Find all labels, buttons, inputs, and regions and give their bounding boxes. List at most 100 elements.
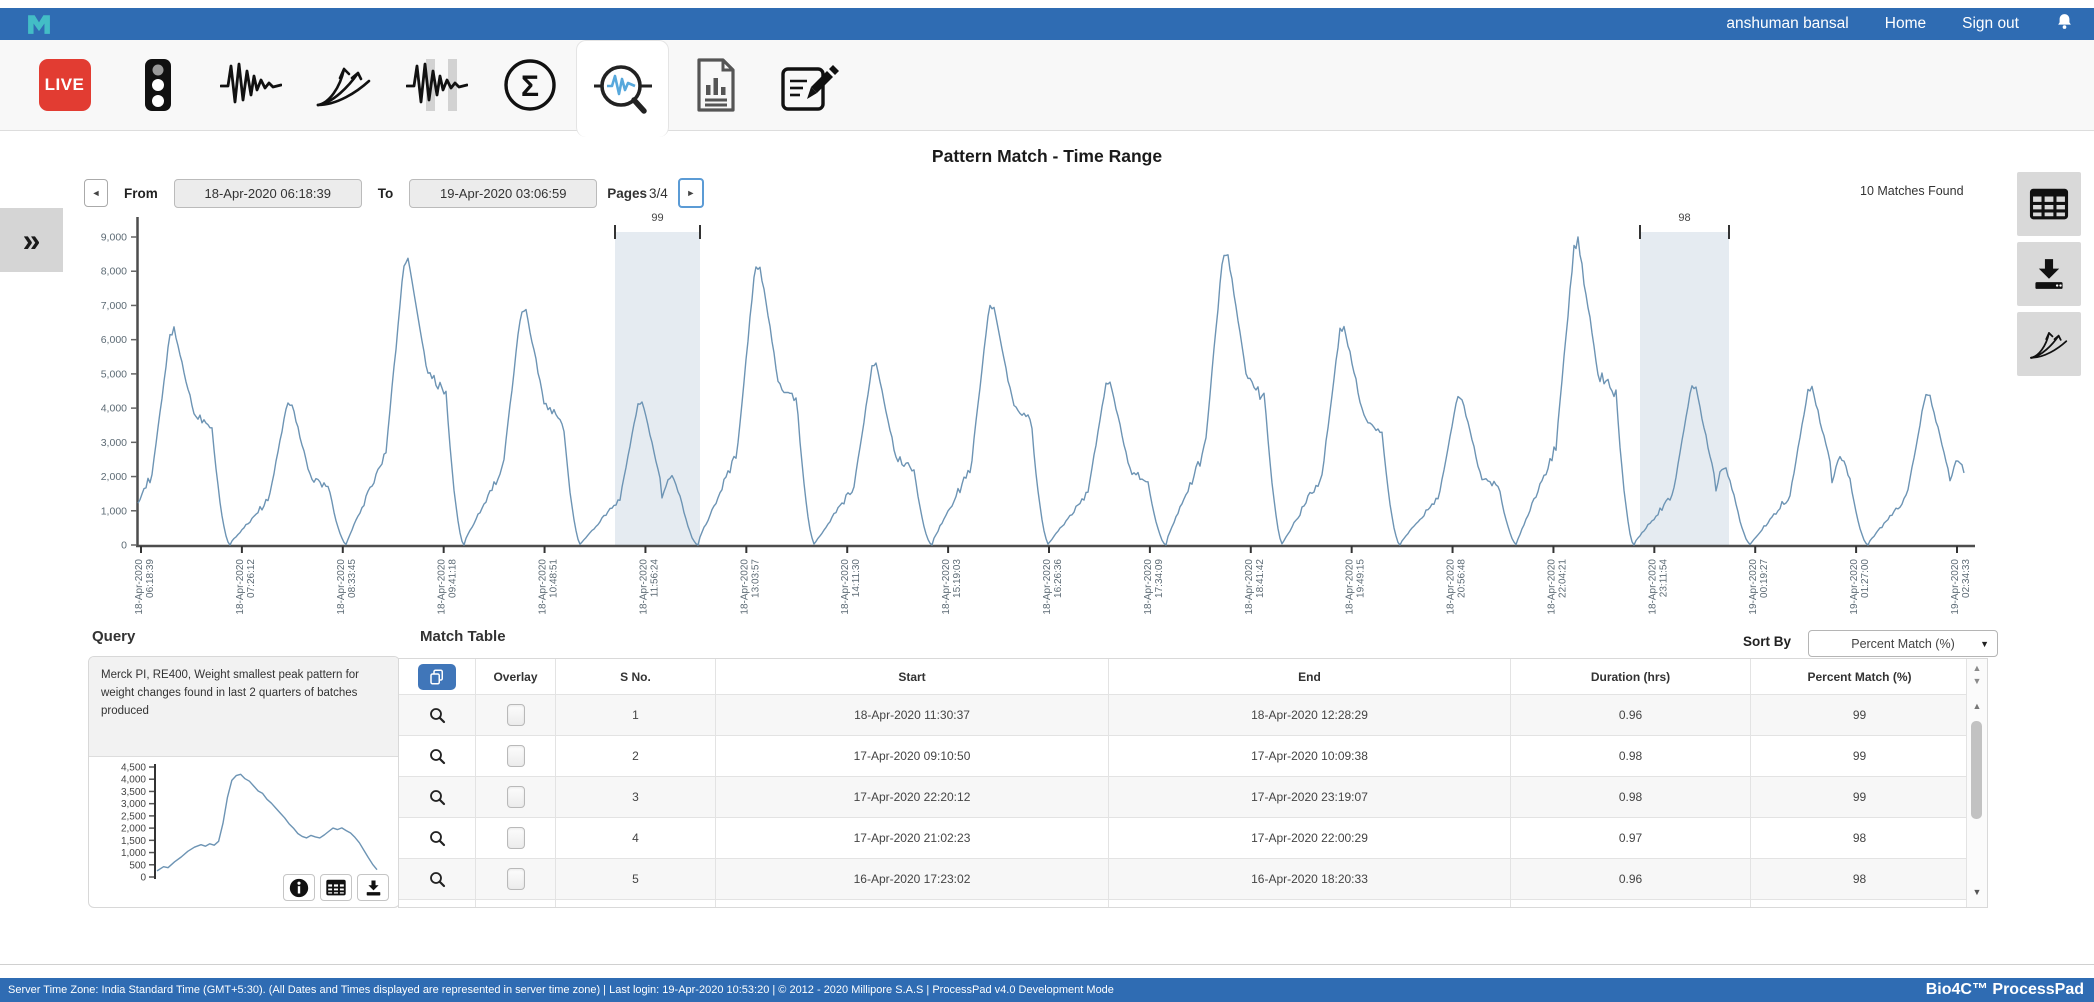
svg-text:2,000: 2,000 [121,824,146,835]
svg-text:18-Apr-202016:26:36: 18-Apr-202016:26:36 [1042,559,1064,615]
cell-sno: 4 [556,818,716,859]
to-label: To [378,186,394,201]
query-info-button[interactable] [283,874,315,901]
overlay-curves-button[interactable] [2017,312,2081,376]
expand-panel-button[interactable]: » [0,208,63,272]
svg-text:0: 0 [140,873,146,884]
sign-out-link[interactable]: Sign out [1962,15,2019,33]
waveform-bars-icon[interactable] [390,40,483,131]
row-zoom-cell [399,859,476,900]
copy-table-button[interactable] [418,664,456,690]
match-table-scrollbar[interactable]: ▲ ▼ ▲ ▼ [1966,659,1987,908]
svg-text:3,000: 3,000 [121,799,146,810]
pages-value: 3/4 [649,186,668,201]
cell-duration: 0.98 [1511,777,1751,818]
query-download-button[interactable] [357,874,389,901]
next-page-button[interactable]: ► [678,178,704,208]
sort-up-icon[interactable]: ▲ [1967,663,1987,673]
row-overlay-cell [476,818,556,859]
table-grid-icon [2029,187,2069,221]
cell-end: 17-Apr-2020 23:19:07 [1109,777,1511,818]
magnifier-icon[interactable] [429,830,446,847]
svg-text:3,500: 3,500 [121,787,146,798]
cell-duration: 0.96 [1511,695,1751,736]
row-overlay-cell [476,900,556,908]
cell-duration: 0.96 [1511,859,1751,900]
column-header-end[interactable]: End [1109,659,1511,695]
row-zoom-cell [399,736,476,777]
magnifier-icon[interactable] [429,871,446,888]
cell-start: 17-Apr-2020 22:20:12 [716,777,1109,818]
info-icon [288,877,310,899]
from-label: From [124,186,158,201]
scroll-up-icon[interactable]: ▲ [1967,701,1987,711]
bell-icon[interactable] [2055,12,2074,37]
table-row [399,900,1969,908]
svg-text:Σ: Σ [520,70,538,103]
svg-text:5,000: 5,000 [101,368,127,380]
overlay-checkbox[interactable] [507,827,525,849]
prev-page-button[interactable]: ◄ [84,179,108,207]
pages-label: Pages [607,186,647,201]
svg-text:98: 98 [1678,212,1690,224]
cell-sno: 1 [556,695,716,736]
column-header-s-no-[interactable]: S No. [556,659,716,695]
page-title: Pattern Match - Time Range [0,146,2094,167]
match-table: OverlayS No.StartEndDuration (hrs)Percen… [398,658,1988,908]
cell-start: 16-Apr-2020 17:23:02 [716,859,1109,900]
svg-text:99: 99 [651,212,663,224]
overlay-checkbox[interactable] [507,786,525,808]
sigma-summary-icon[interactable]: Σ [483,40,576,131]
from-date-input[interactable] [174,179,362,208]
cell-start [716,900,1109,908]
column-header-percent-match-[interactable]: Percent Match (%) [1751,659,1969,695]
row-overlay-cell [476,859,556,900]
pattern-match-time-series-chart[interactable]: 999801,0002,0003,0004,0005,0006,0007,000… [85,205,1985,625]
chevron-down-icon: ▼ [1980,639,1989,649]
column-header-overlay[interactable]: Overlay [476,659,556,695]
report-icon[interactable] [669,40,762,131]
waveform-icon[interactable] [204,40,297,131]
matches-found-text: 10 Matches Found [1860,184,1990,198]
overlay-checkbox[interactable] [507,745,525,767]
overlay-checkbox[interactable] [507,704,525,726]
table-view-button[interactable] [2017,172,2081,236]
to-date-input[interactable] [409,179,597,208]
cell-start: 18-Apr-2020 11:30:37 [716,695,1109,736]
live-button[interactable]: LIVE [18,40,111,131]
header-copy-cell [399,659,476,695]
match-table-heading: Match Table [420,628,506,645]
user-name: anshuman bansal [1726,15,1848,33]
column-header-duration-hrs-[interactable]: Duration (hrs) [1511,659,1751,695]
curves-pattern-icon[interactable] [297,40,390,131]
row-zoom-cell [399,695,476,736]
row-overlay-cell [476,695,556,736]
scroll-down-icon[interactable]: ▼ [1967,887,1987,897]
cell-percent: 99 [1751,777,1969,818]
magnifier-icon[interactable] [429,789,446,806]
cell-sno: 3 [556,777,716,818]
sort-by-dropdown[interactable]: Percent Match (%) ▼ [1808,630,1998,657]
overlay-checkbox[interactable] [507,868,525,890]
cell-end [1109,900,1511,908]
tab-pattern-match-search[interactable] [576,40,669,137]
svg-text:19-Apr-202001:27:00: 19-Apr-202001:27:00 [1849,559,1871,615]
traffic-light-icon[interactable] [111,40,204,131]
home-link[interactable]: Home [1885,15,1926,33]
svg-text:4,500: 4,500 [121,763,146,774]
svg-text:8,000: 8,000 [101,266,127,278]
magnifier-icon[interactable] [429,748,446,765]
query-table-button[interactable] [320,874,352,901]
svg-text:4,000: 4,000 [121,775,146,786]
svg-text:18-Apr-202023:11:54: 18-Apr-202023:11:54 [1647,559,1669,615]
cell-end: 17-Apr-2020 22:00:29 [1109,818,1511,859]
magnifier-icon[interactable] [429,707,446,724]
edit-notes-icon[interactable] [762,40,855,131]
millipore-m-logo[interactable] [24,12,54,36]
download-button[interactable] [2017,242,2081,306]
column-header-start[interactable]: Start [716,659,1109,695]
scrollbar-thumb[interactable] [1971,721,1982,819]
row-overlay-cell [476,736,556,777]
sort-down-icon[interactable]: ▼ [1967,676,1987,686]
svg-text:2,500: 2,500 [121,811,146,822]
